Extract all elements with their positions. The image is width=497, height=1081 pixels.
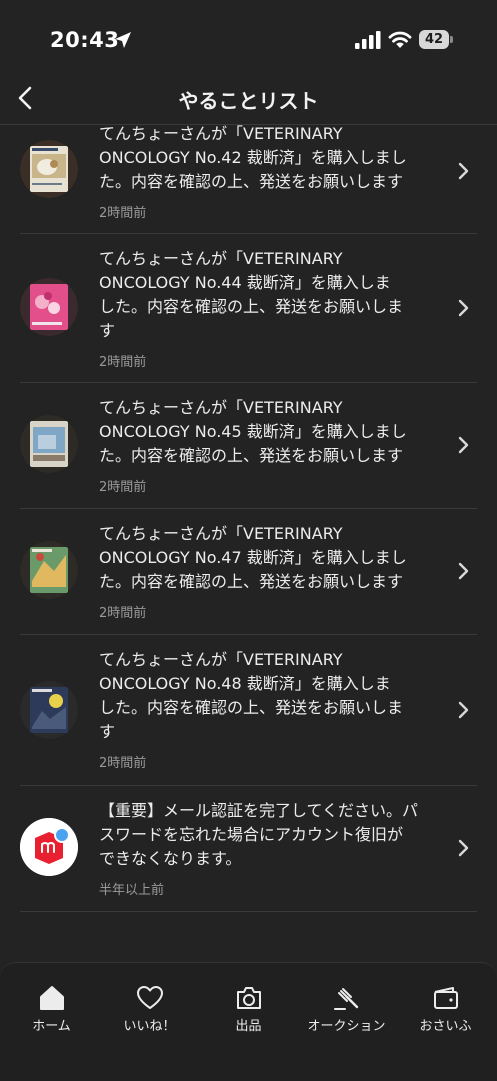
- list-item[interactable]: てんちょーさんが「VETERINARY ONCOLOGY No.42 裁断済」を…: [0, 125, 497, 234]
- chevron-right-icon: [458, 701, 469, 719]
- product-thumbnail: [20, 278, 78, 336]
- camera-icon: [236, 987, 261, 1009]
- item-timestamp: 2時間前: [99, 756, 147, 771]
- item-message: てんちょーさんが「VETERINARY ONCOLOGY No.45 裁断済」を…: [99, 398, 407, 465]
- tab-label: オークション: [307, 1019, 386, 1034]
- list-item[interactable]: 【重要】メール認証を完了してください。パ スワードを忘れた場合にアカウント復旧が…: [0, 786, 497, 912]
- tab-likes[interactable]: いいね！: [100, 963, 199, 1043]
- list-item[interactable]: てんちょーさんが「VETERINARY ONCOLOGY No.45 裁断済」を…: [0, 383, 497, 509]
- product-thumbnail: [20, 415, 78, 473]
- tab-label: 出品: [235, 1019, 262, 1034]
- cellular-signal-icon: [355, 31, 381, 49]
- item-message: てんちょーさんが「VETERINARY ONCOLOGY No.42 裁断済」を…: [99, 125, 407, 191]
- item-message: 【重要】メール認証を完了してください。パ スワードを忘れた場合にアカウント復旧が…: [99, 801, 419, 868]
- item-timestamp: 半年以上前: [99, 883, 165, 898]
- battery-indicator: 42: [419, 30, 453, 49]
- tab-wallet[interactable]: おさいふ: [396, 963, 495, 1043]
- product-thumbnail: [20, 541, 78, 599]
- divider: [20, 911, 477, 912]
- chevron-right-icon: [458, 299, 469, 317]
- page-title: やることリスト: [178, 89, 319, 113]
- chevron-right-icon: [458, 562, 469, 580]
- chevron-right-icon: [458, 436, 469, 454]
- home-icon: [39, 986, 64, 1010]
- nav-header: やることリスト: [0, 80, 497, 125]
- item-timestamp: 2時間前: [99, 206, 147, 221]
- wifi-icon: [388, 31, 412, 48]
- chevron-right-icon: [458, 839, 469, 857]
- tab-label: いいね！: [123, 1019, 176, 1034]
- tab-label: おさいふ: [419, 1019, 472, 1034]
- item-timestamp: 2時間前: [99, 355, 147, 370]
- item-timestamp: 2時間前: [99, 480, 147, 495]
- item-timestamp: 2時間前: [99, 606, 147, 621]
- list-item[interactable]: てんちょーさんが「VETERINARY ONCOLOGY No.48 裁断済」を…: [0, 635, 497, 786]
- product-thumbnail: [20, 681, 78, 739]
- item-message: てんちょーさんが「VETERINARY ONCOLOGY No.47 裁断済」を…: [99, 524, 407, 591]
- mercari-logo: [20, 818, 78, 876]
- product-thumbnail: [20, 140, 78, 198]
- tab-label: ホーム: [32, 1019, 71, 1034]
- list-item[interactable]: てんちょーさんが「VETERINARY ONCOLOGY No.47 裁断済」を…: [0, 509, 497, 635]
- chevron-right-icon: [458, 162, 469, 180]
- status-bar: 20:43 42: [0, 0, 497, 80]
- heart-icon: [136, 986, 163, 1009]
- bottom-tab-bar: ホーム いいね！ 出品 オークション おさいふ: [0, 962, 497, 1081]
- battery-level: 42: [424, 32, 444, 47]
- list-item[interactable]: てんちょーさんが「VETERINARY ONCOLOGY No.44 裁断済」を…: [0, 234, 497, 383]
- item-message: てんちょーさんが「VETERINARY ONCOLOGY No.48 裁断済」を…: [99, 650, 404, 741]
- battery-tip: [450, 36, 453, 43]
- item-message: てんちょーさんが「VETERINARY ONCOLOGY No.44 裁断済」を…: [99, 249, 404, 340]
- tab-sell[interactable]: 出品: [199, 963, 298, 1043]
- tab-home[interactable]: ホーム: [2, 963, 101, 1043]
- status-time: 20:43: [50, 28, 120, 52]
- location-arrow-icon: [115, 32, 131, 48]
- gavel-icon: [333, 988, 358, 1010]
- wallet-icon: [433, 987, 458, 1009]
- tab-auction[interactable]: オークション: [297, 963, 396, 1043]
- todo-list: てんちょーさんが「VETERINARY ONCOLOGY No.42 裁断済」を…: [0, 125, 497, 960]
